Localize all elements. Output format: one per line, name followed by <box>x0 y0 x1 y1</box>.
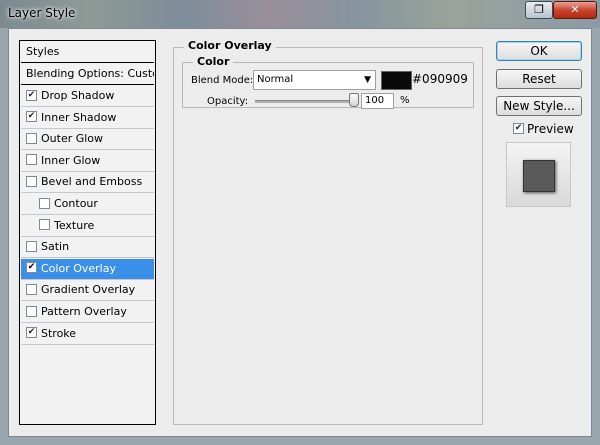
style-item[interactable]: ✔ Drop Shadow <box>21 86 154 107</box>
checkbox-icon[interactable] <box>26 154 37 166</box>
checkbox-icon[interactable] <box>26 305 37 317</box>
color-overlay-title: Color Overlay <box>184 39 276 52</box>
style-item[interactable]: ✔ Inner Shadow <box>21 108 154 129</box>
ok-button[interactable]: OK <box>496 41 582 61</box>
style-item[interactable]: Texture <box>21 216 154 237</box>
checkbox-icon[interactable]: ✔ <box>26 327 37 339</box>
new-style-button[interactable]: New Style... <box>496 96 582 116</box>
checkbox-icon: ✔ <box>513 123 524 134</box>
checkbox-icon[interactable] <box>26 175 37 187</box>
color-subgroup: Color Blend Mode: Normal ▼ #090909 Opaci… <box>182 55 474 109</box>
preview-square <box>523 160 555 192</box>
opacity-slider-track[interactable] <box>255 100 355 103</box>
blending-options-item[interactable]: Blending Options: Custom <box>21 64 154 85</box>
color-overlay-group: Color Overlay Color Blend Mode: Normal ▼… <box>173 39 483 425</box>
close-icon[interactable]: ✕ <box>553 1 597 19</box>
style-item[interactable]: Outer Glow <box>21 129 154 151</box>
styles-header[interactable]: Styles <box>21 42 154 63</box>
style-item[interactable]: Inner Glow <box>21 151 154 172</box>
checkbox-icon[interactable] <box>26 283 37 295</box>
window-title: Layer Style <box>8 6 76 20</box>
style-item[interactable]: Contour <box>21 194 154 215</box>
reset-button[interactable]: Reset <box>496 69 582 89</box>
checkbox-icon[interactable] <box>26 132 37 144</box>
style-item[interactable]: Gradient Overlay <box>21 280 154 302</box>
style-item-label: Bevel and Emboss <box>41 175 143 189</box>
style-item-label: Color Overlay <box>41 261 116 275</box>
style-item-label: Satin <box>41 240 70 254</box>
style-item[interactable]: Bevel and Emboss <box>21 172 154 194</box>
restore-window-icon[interactable]: ❐ <box>525 1 553 19</box>
opacity-input[interactable]: 100 <box>361 93 394 109</box>
style-item[interactable]: Satin <box>21 237 154 259</box>
chevron-down-icon: ▼ <box>364 75 371 85</box>
blend-mode-select[interactable]: Normal ▼ <box>253 70 376 90</box>
preview-thumbnail <box>506 142 571 207</box>
color-subgroup-title: Color <box>193 55 234 68</box>
styles-list: Styles Blending Options: Custom ✔ Drop Sh… <box>19 40 156 425</box>
title-bar: Layer Style ❐ ✕ <box>0 0 600 28</box>
style-item-label: Inner Glow <box>41 153 101 167</box>
checkbox-icon[interactable] <box>26 240 37 252</box>
dialog-body: Styles Blending Options: Custom ✔ Drop Sh… <box>8 28 592 437</box>
color-hex-value: #090909 <box>412 72 468 86</box>
blend-mode-label: Blend Mode: <box>191 75 254 86</box>
style-item[interactable]: ✔ Stroke <box>21 324 154 345</box>
style-item-label: Pattern Overlay <box>41 305 127 318</box>
preview-checkbox[interactable]: ✔ Preview <box>513 122 574 136</box>
checkbox-icon[interactable] <box>39 219 50 231</box>
opacity-unit: % <box>400 95 410 106</box>
blend-mode-value: Normal <box>257 74 294 85</box>
checkbox-icon[interactable] <box>39 197 50 209</box>
style-item-label: Contour <box>54 197 98 210</box>
opacity-label: Opacity: <box>207 96 249 107</box>
preview-label: Preview <box>527 122 574 136</box>
style-item-label: Drop Shadow <box>41 89 115 102</box>
style-item-label: Inner Shadow <box>41 110 117 124</box>
checkbox-icon[interactable]: ✔ <box>26 262 37 274</box>
style-item-label: Texture <box>54 218 95 232</box>
checkbox-icon[interactable]: ✔ <box>26 89 37 101</box>
checkbox-icon[interactable]: ✔ <box>26 111 37 123</box>
opacity-slider-thumb[interactable] <box>349 93 359 107</box>
style-item-label: Outer Glow <box>41 132 104 146</box>
style-item[interactable]: Pattern Overlay <box>21 302 154 323</box>
style-item-label: Gradient Overlay <box>41 283 136 297</box>
overlay-color-swatch[interactable] <box>381 71 412 90</box>
style-item-label: Stroke <box>41 326 77 340</box>
style-item[interactable]: ✔ Color Overlay <box>21 258 154 280</box>
